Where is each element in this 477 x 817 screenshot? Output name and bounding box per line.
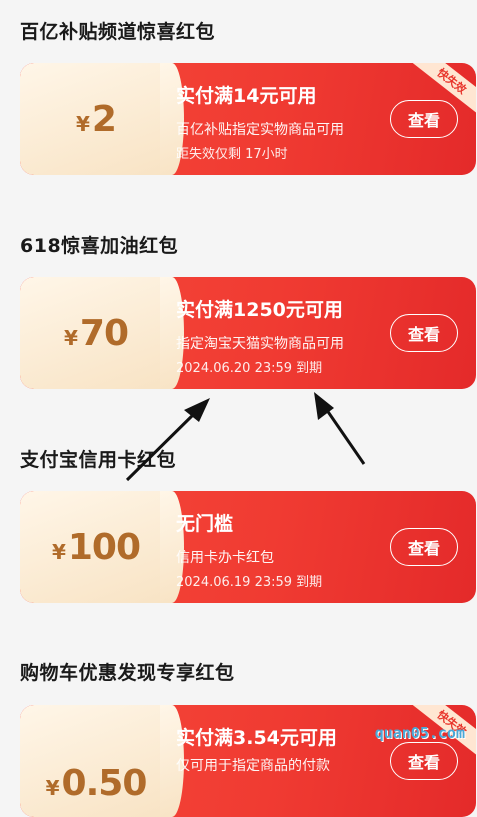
coupon-condition: 实付满1250元可用: [176, 299, 343, 321]
coupon-card[interactable]: ¥2 实付满14元可用 百亿补贴指定实物商品可用 距失效仅剩 17小时 查看 快…: [20, 63, 476, 175]
coupon-description: 信用卡办卡红包: [176, 550, 274, 566]
coupon-expire: 2024.06.20 23:59 到期: [176, 361, 323, 376]
coupon-description: 仅可用于指定商品的付款: [176, 758, 330, 774]
coupon-info: 实付满3.54元可用 仅可用于指定商品的付款: [176, 705, 376, 817]
currency-symbol: ¥: [51, 539, 66, 564]
view-button[interactable]: 查看: [390, 314, 458, 352]
coupon-condition: 实付满14元可用: [176, 85, 317, 107]
currency-symbol: ¥: [76, 111, 90, 136]
section-title: 支付宝信用卡红包: [20, 449, 177, 471]
coupon-info: 实付满14元可用 百亿补贴指定实物商品可用 距失效仅剩 17小时: [176, 63, 376, 175]
coupon-amount-panel: ¥0.50: [20, 705, 184, 817]
coupon-condition: 实付满3.54元可用: [176, 727, 337, 749]
coupon-amount-panel: ¥70: [20, 277, 184, 389]
coupon-description: 指定淘宝天猫实物商品可用: [176, 336, 344, 352]
coupon-expire: 2024.06.19 23:59 到期: [176, 575, 323, 590]
amount-value: 2: [91, 98, 117, 140]
section-title: 618惊喜加油红包: [20, 235, 179, 257]
coupon-card[interactable]: ¥100 无门槛 信用卡办卡红包 2024.06.19 23:59 到期 查看: [20, 491, 476, 603]
coupon-card[interactable]: ¥0.50 实付满3.54元可用 仅可用于指定商品的付款 查看 快失效: [20, 705, 476, 817]
coupon-expire: 距失效仅剩 17小时: [176, 147, 288, 162]
coupon-amount-panel: ¥100: [20, 491, 184, 603]
coupon-info: 实付满1250元可用 指定淘宝天猫实物商品可用 2024.06.20 23:59…: [176, 277, 376, 389]
watermark: quan05.com: [374, 724, 465, 742]
view-button[interactable]: 查看: [390, 528, 458, 566]
amount-value: 70: [79, 312, 129, 354]
section-title: 百亿补贴频道惊喜红包: [20, 21, 216, 43]
arrow-right: [314, 392, 366, 465]
currency-symbol: ¥: [63, 325, 78, 350]
section-title: 购物车优惠发现专享红包: [20, 662, 235, 684]
coupon-description: 百亿补贴指定实物商品可用: [176, 122, 344, 138]
view-button[interactable]: 查看: [390, 742, 458, 780]
amount-value: 100: [67, 526, 141, 568]
coupon-amount: ¥70: [63, 312, 129, 354]
coupon-amount-panel: ¥2: [20, 63, 184, 175]
coupon-info: 无门槛 信用卡办卡红包 2024.06.19 23:59 到期: [176, 491, 376, 603]
view-button[interactable]: 查看: [390, 100, 458, 138]
coupon-card[interactable]: ¥70 实付满1250元可用 指定淘宝天猫实物商品可用 2024.06.20 2…: [20, 277, 476, 389]
coupon-amount: ¥100: [51, 526, 141, 568]
coupon-amount: ¥2: [76, 98, 117, 140]
currency-symbol: ¥: [45, 775, 60, 800]
coupon-condition: 无门槛: [176, 513, 234, 535]
